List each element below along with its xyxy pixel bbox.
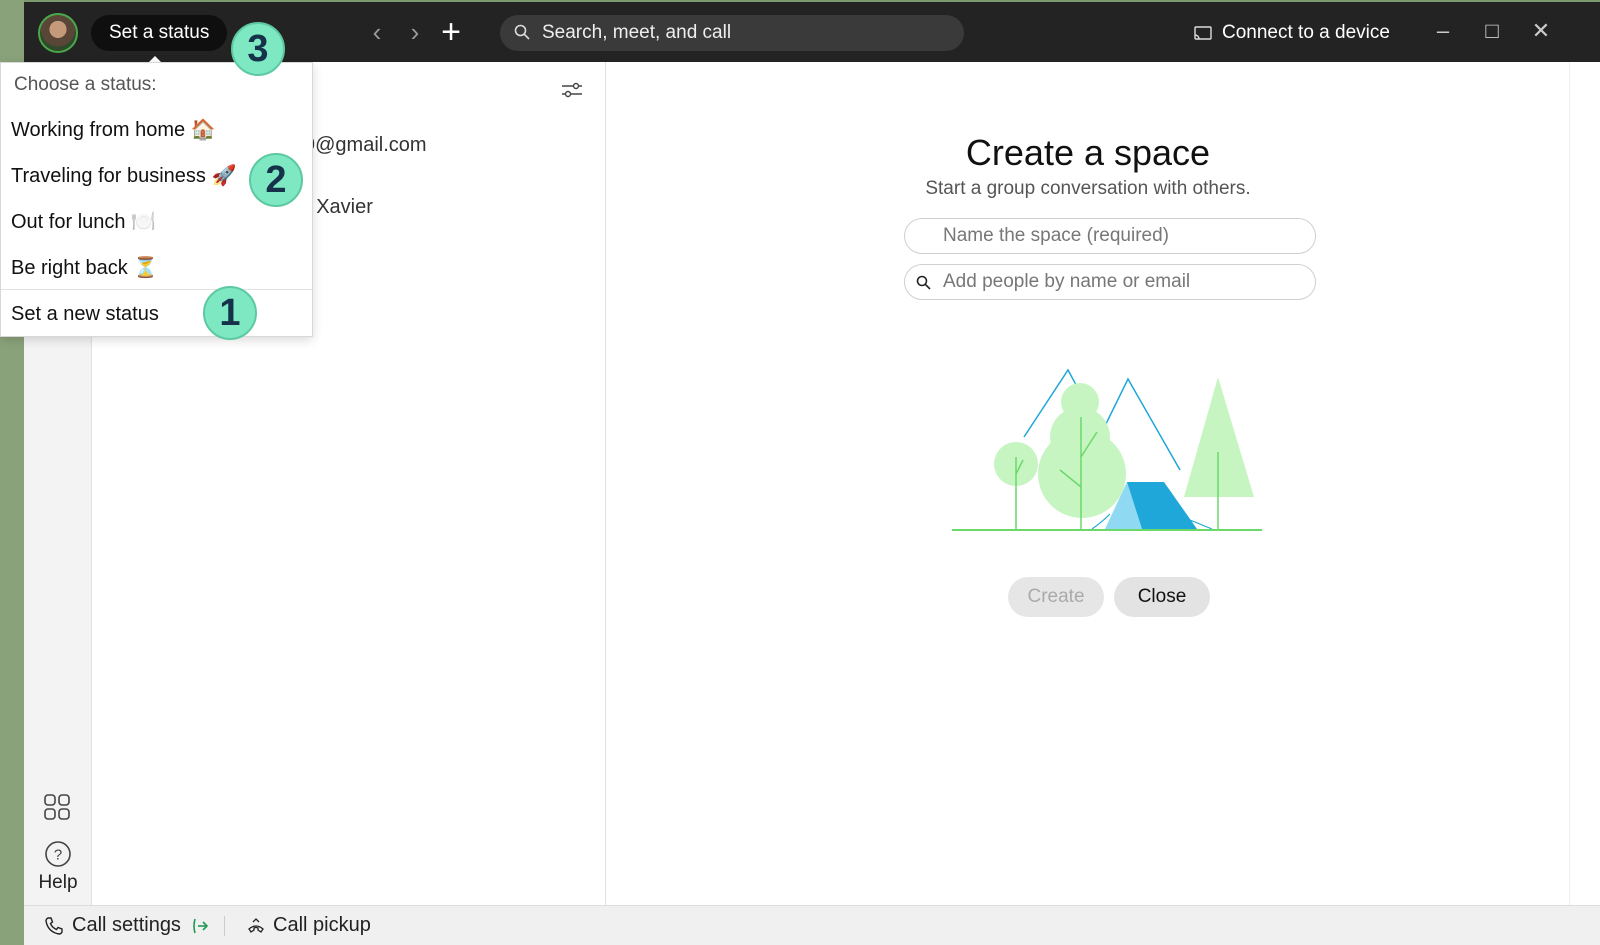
set-status-button[interactable]: Set a status — [91, 15, 228, 64]
status-option-out-for-lunch[interactable]: Out for lunch 🍽️ — [11, 209, 156, 234]
help-icon: ? — [45, 841, 71, 867]
list-item[interactable]: 9@gmail.com — [304, 134, 427, 157]
call-settings-button[interactable]: Call settings — [44, 914, 181, 937]
user-avatar[interactable] — [38, 13, 78, 53]
svg-text:?: ? — [54, 847, 62, 864]
search-placeholder: Search, meet, and call — [542, 22, 732, 43]
search-icon — [916, 275, 931, 290]
connect-device-button[interactable]: Connect to a device — [1194, 15, 1390, 51]
bottom-bar: Call settings Call pickup — [24, 905, 1600, 945]
scrollbar[interactable] — [1569, 62, 1600, 905]
create-button[interactable]: Create — [1008, 577, 1104, 617]
page-subtitle: Start a group conversation with others. — [925, 178, 1251, 199]
add-people-placeholder: Add people by name or email — [943, 271, 1191, 292]
call-pickup-icon — [248, 918, 264, 933]
status-menu-title: Choose a status: — [14, 74, 157, 95]
status-option-working-from-home[interactable]: Working from home 🏠 — [11, 117, 216, 142]
forward-arrow-icon[interactable]: › — [400, 17, 430, 47]
annotation-badge-2: 2 — [249, 153, 303, 207]
annotation-badge-1: 1 — [203, 286, 257, 340]
phone-settings-icon — [45, 917, 63, 935]
call-pickup-label: Call pickup — [273, 914, 371, 936]
minimize-icon[interactable]: – — [1428, 16, 1458, 46]
close-button[interactable]: Close — [1114, 577, 1210, 617]
add-people-input[interactable]: Add people by name or email — [904, 264, 1316, 300]
status-option-traveling[interactable]: Traveling for business 🚀 — [11, 163, 236, 188]
apps-grid-icon[interactable] — [42, 792, 72, 822]
maximize-icon[interactable]: □ — [1477, 16, 1507, 46]
help-button[interactable]: ? Help — [32, 840, 84, 894]
camping-illustration — [952, 368, 1262, 531]
connect-label: Connect to a device — [1222, 22, 1390, 43]
menu-divider — [1, 289, 312, 290]
space-name-input[interactable]: Name the space (required) — [904, 218, 1316, 254]
page-title: Create a space — [965, 132, 1211, 173]
help-label: Help — [38, 872, 78, 893]
plus-icon[interactable]: + — [436, 15, 466, 49]
search-bar[interactable]: Search, meet, and call — [500, 15, 964, 51]
filter-icon[interactable] — [560, 80, 584, 100]
close-window-icon[interactable]: ✕ — [1526, 16, 1556, 46]
divider — [224, 916, 225, 936]
annotation-badge-3: 3 — [231, 22, 285, 76]
set-new-status-option[interactable]: Set a new status — [11, 303, 159, 326]
create-space-panel: Create a space Start a group conversatio… — [607, 62, 1569, 905]
back-arrow-icon[interactable]: ‹ — [362, 17, 392, 47]
call-settings-label: Call settings — [72, 914, 181, 936]
cast-icon — [1194, 26, 1212, 40]
search-icon — [514, 24, 530, 40]
list-item[interactable]: r Xavier — [304, 196, 373, 219]
call-forward-icon — [193, 918, 209, 934]
status-option-be-right-back[interactable]: Be right back ⏳ — [11, 255, 158, 280]
call-pickup-button[interactable]: Call pickup — [247, 914, 371, 937]
